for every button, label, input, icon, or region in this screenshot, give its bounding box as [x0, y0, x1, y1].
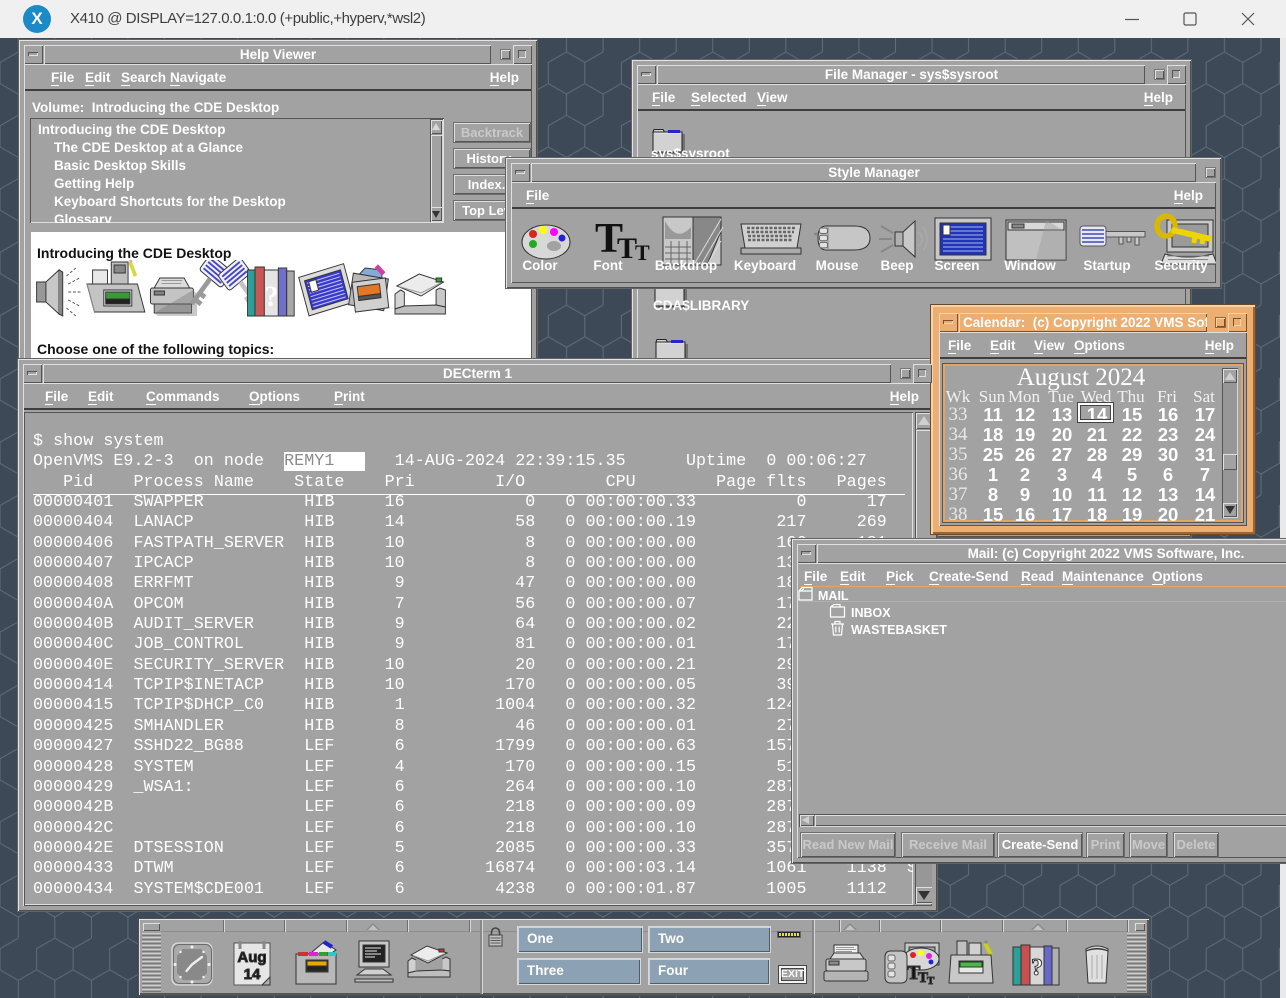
svg-text:?: ? [264, 280, 278, 313]
svg-text:?: ? [1031, 955, 1043, 981]
svg-text:Aug: Aug [237, 949, 266, 966]
svg-text:14: 14 [244, 966, 261, 983]
svg-text:T: T [927, 975, 935, 987]
